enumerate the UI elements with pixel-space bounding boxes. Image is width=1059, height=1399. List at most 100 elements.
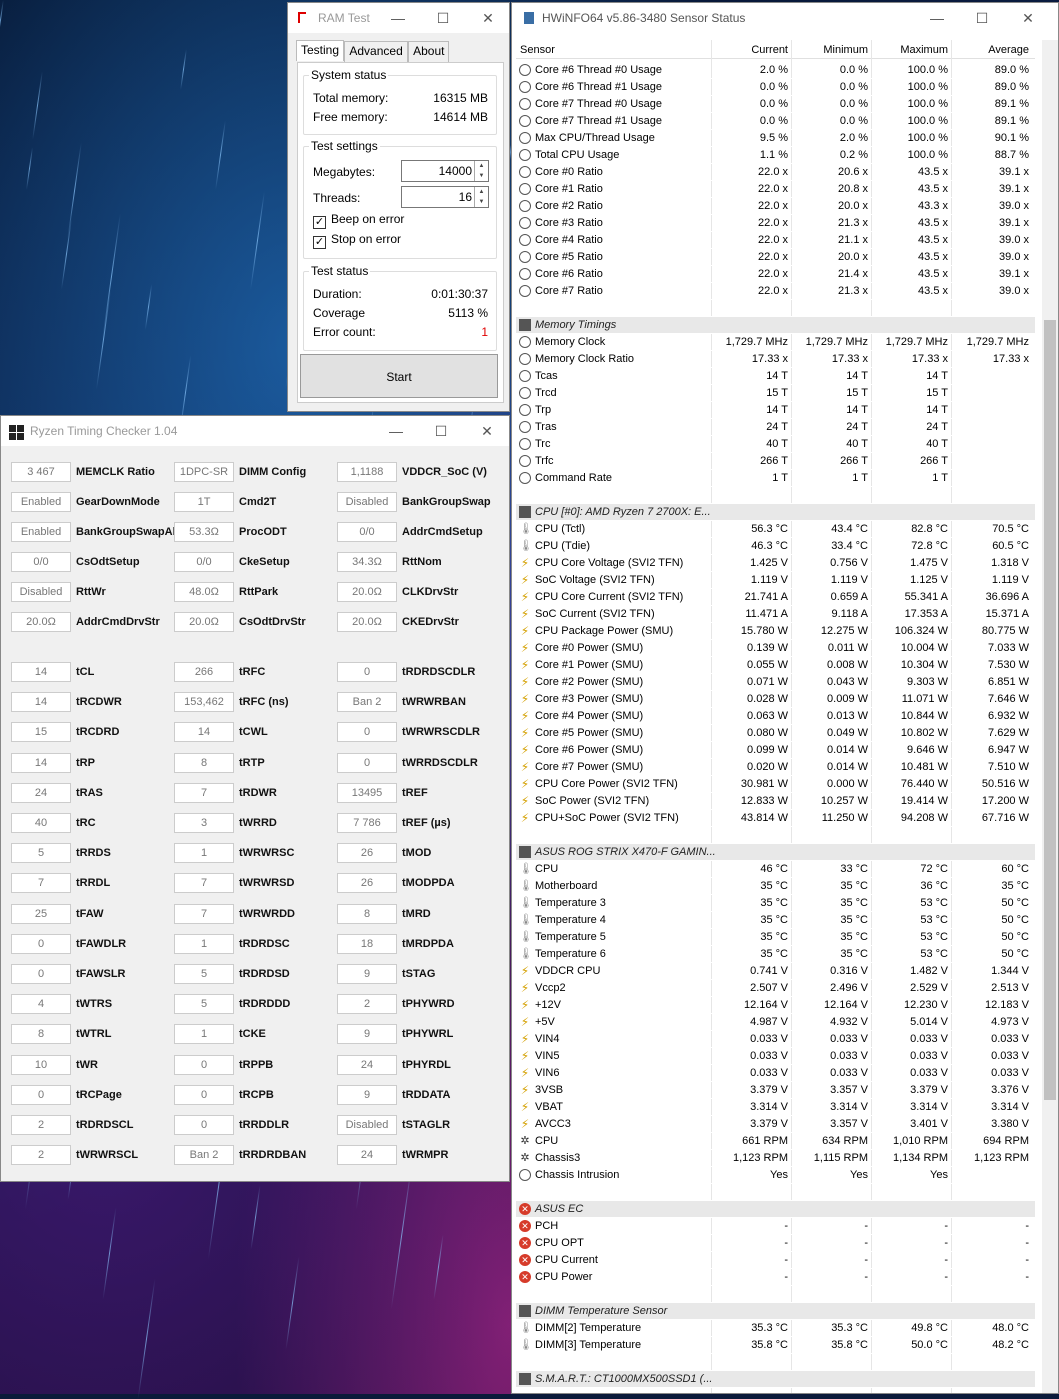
sensor-row[interactable]: ⚡ AVCC3 3.379 V 3.357 V 3.401 V 3.380 V xyxy=(516,1116,1035,1133)
sensor-row[interactable]: ⚡ Core #6 Power (SMU) 0.099 W 0.014 W 9.646 … xyxy=(516,742,1035,759)
sensor-row[interactable]: Memory Clock Ratio 17.33 x 17.33 x 17.33 x 1… xyxy=(516,351,1035,368)
sensor-row[interactable]: ⚡ VIN6 0.033 V 0.033 V 0.033 V 0.033 V xyxy=(516,1065,1035,1082)
sensor-row[interactable]: ⚡ Core #1 Power (SMU) 0.055 W 0.008 W 10.304… xyxy=(516,657,1035,674)
sensor-row[interactable]: ⚡ 3VSB 3.379 V 3.357 V 3.379 V 3.376 V xyxy=(516,1082,1035,1099)
close-button[interactable]: ✕ xyxy=(1018,8,1038,28)
sensor-row[interactable]: ✕ CPU OPT - - - - xyxy=(516,1235,1035,1252)
sensor-row[interactable]: ⚡ +12V 12.164 V 12.164 V 12.230 V 12.183 V xyxy=(516,997,1035,1014)
sensor-row[interactable]: ⚡ SoC Current (SVI2 TFN) 11.471 A 9.118 A 17… xyxy=(516,606,1035,623)
maximize-button[interactable]: ☐ xyxy=(433,8,453,28)
col-minimum[interactable]: Minimum xyxy=(823,44,868,56)
sensor-row[interactable]: ⚡ CPU Core Power (SVI2 TFN) 30.981 W 0.000 … xyxy=(516,776,1035,793)
maximize-button[interactable]: ☐ xyxy=(972,8,992,28)
sensor-group-header[interactable]: ✕ ASUS EC xyxy=(516,1201,1035,1218)
timing-value-box: 5 xyxy=(11,843,71,864)
start-button[interactable]: Start xyxy=(300,354,498,398)
sensor-row[interactable]: Tras 24 T 24 T 24 T xyxy=(516,419,1035,436)
sensor-row[interactable]: 🌡 CPU (Tctl) 56.3 °C 43.4 °C 82.8 °C 70.5 °C xyxy=(516,521,1035,538)
sensor-row[interactable]: Memory Clock 1,729.7 MHz 1,729.7 MHz 1,729.… xyxy=(516,334,1035,351)
sensor-row[interactable]: Core #7 Ratio 22.0 x 21.3 x 43.5 x 39.0 x xyxy=(516,283,1035,300)
spin-arrows-icon[interactable]: ▲ ▼ xyxy=(474,187,488,207)
sensor-row[interactable]: Max CPU/Thread Usage 9.5 % 2.0 % 100.0 % 90.… xyxy=(516,130,1035,147)
maximize-button[interactable]: ☐ xyxy=(431,421,451,441)
col-maximum[interactable]: Maximum xyxy=(900,44,948,56)
minimize-button[interactable]: — xyxy=(927,8,947,28)
sensor-row[interactable]: Trc 40 T 40 T 40 T xyxy=(516,436,1035,453)
sensor-row[interactable]: ⚡ Core #0 Power (SMU) 0.139 W 0.011 W 10.004… xyxy=(516,640,1035,657)
tab-testing[interactable]: Testing xyxy=(296,40,345,61)
beep-on-error-checkbox[interactable]: ✓ Beep on error xyxy=(313,212,404,229)
sensor-row[interactable]: Chassis Intrusion Yes Yes Yes xyxy=(516,1167,1035,1184)
sensor-row[interactable]: ⚡ CPU+SoC Power (SVI2 TFN) 43.814 W 11.250 … xyxy=(516,810,1035,827)
sensor-row[interactable]: ⚡ SoC Power (SVI2 TFN) 12.833 W 10.257 W 19.… xyxy=(516,793,1035,810)
sensor-group-header[interactable]: S.M.A.R.T.: CT1000MX500SSD1 (... xyxy=(516,1371,1035,1388)
sensor-row[interactable]: Core #2 Ratio 22.0 x 20.0 x 43.3 x 39.0 x xyxy=(516,198,1035,215)
sensor-row[interactable]: ✲ Chassis3 1,123 RPM 1,115 RPM 1,134 RPM 1,12… xyxy=(516,1150,1035,1167)
sensor-row[interactable]: ⚡ +5V 4.987 V 4.932 V 5.014 V 4.973 V xyxy=(516,1014,1035,1031)
sensor-row[interactable]: Core #7 Thread #1 Usage 0.0 % 0.0 % 100.0 %… xyxy=(516,113,1035,130)
threads-spinner[interactable]: 16 ▲ ▼ xyxy=(401,186,489,208)
sensor-row[interactable]: ⚡ CPU Package Power (SMU) 15.780 W 12.275 W… xyxy=(516,623,1035,640)
sensor-row[interactable]: ⚡ VIN4 0.033 V 0.033 V 0.033 V 0.033 V xyxy=(516,1031,1035,1048)
sensor-row[interactable]: Total CPU Usage 1.1 % 0.2 % 100.0 % 88.7 % xyxy=(516,147,1035,164)
sensor-group-header[interactable]: DIMM Temperature Sensor xyxy=(516,1303,1035,1320)
minimize-button[interactable]: — xyxy=(386,421,406,441)
sensor-row[interactable]: ⚡ VIN5 0.033 V 0.033 V 0.033 V 0.033 V xyxy=(516,1048,1035,1065)
sensor-row[interactable]: Command Rate 1 T 1 T 1 T xyxy=(516,470,1035,487)
sensor-row[interactable]: Core #3 Ratio 22.0 x 21.3 x 43.5 x 39.1 x xyxy=(516,215,1035,232)
minimize-button[interactable]: — xyxy=(388,8,408,28)
sensor-row[interactable]: 🌡 DIMM[2] Temperature 35.3 °C 35.3 °C 49.8 °… xyxy=(516,1320,1035,1337)
col-sensor[interactable]: Sensor xyxy=(520,44,555,56)
sensor-row[interactable]: ⚡ VDDCR CPU 0.741 V 0.316 V 1.482 V 1.344 V xyxy=(516,963,1035,980)
sensor-row[interactable]: 🌡 Temperature 4 35 °C 35 °C 53 °C 50 °C xyxy=(516,912,1035,929)
tab-about[interactable]: About xyxy=(408,41,450,62)
sensor-row[interactable]: Core #0 Ratio 22.0 x 20.6 x 43.5 x 39.1 x xyxy=(516,164,1035,181)
megabytes-spinner[interactable]: 14000 ▲ ▼ xyxy=(401,160,489,182)
sensor-row[interactable]: ⚡ Core #3 Power (SMU) 0.028 W 0.009 W 11.071… xyxy=(516,691,1035,708)
sensor-row[interactable]: ⚡ SoC Voltage (SVI2 TFN) 1.119 V 1.119 V 1.1… xyxy=(516,572,1035,589)
sensor-group-header[interactable]: Memory Timings xyxy=(516,317,1035,334)
sensor-row[interactable]: 🌡 DIMM[3] Temperature 35.8 °C 35.8 °C 50.0 °… xyxy=(516,1337,1035,1354)
sensor-row[interactable]: 🌡 CPU 46 °C 33 °C 72 °C 60 °C xyxy=(516,861,1035,878)
sensor-row[interactable]: Core #6 Thread #0 Usage 2.0 % 0.0 % 100.0 %… xyxy=(516,62,1035,79)
sensor-row[interactable]: ✲ CPU 661 RPM 634 RPM 1,010 RPM 694 RPM xyxy=(516,1133,1035,1150)
vertical-scrollbar[interactable] xyxy=(1042,40,1058,1393)
sensor-row[interactable]: ⚡ CPU Core Voltage (SVI2 TFN) 1.425 V 0.756… xyxy=(516,555,1035,572)
sensor-row[interactable]: ⚡ VBAT 3.314 V 3.314 V 3.314 V 3.314 V xyxy=(516,1099,1035,1116)
sensor-row[interactable]: Core #1 Ratio 22.0 x 20.8 x 43.5 x 39.1 x xyxy=(516,181,1035,198)
sensor-row[interactable]: ⚡ Core #5 Power (SMU) 0.080 W 0.049 W 10.802… xyxy=(516,725,1035,742)
sensor-row[interactable]: Core #6 Thread #1 Usage 0.0 % 0.0 % 100.0 %… xyxy=(516,79,1035,96)
sensor-group-header[interactable]: ASUS ROG STRIX X470-F GAMIN... xyxy=(516,844,1035,861)
sensor-row[interactable]: ⚡ CPU Core Current (SVI2 TFN) 21.741 A 0.65… xyxy=(516,589,1035,606)
sensor-row[interactable]: ⚡ Core #4 Power (SMU) 0.063 W 0.013 W 10.844… xyxy=(516,708,1035,725)
sensor-row[interactable]: 🌡 Temperature 5 35 °C 35 °C 53 °C 50 °C xyxy=(516,929,1035,946)
col-average[interactable]: Average xyxy=(988,44,1029,56)
tab-advanced[interactable]: Advanced xyxy=(344,41,408,62)
sensor-row[interactable]: Trfc 266 T 266 T 266 T xyxy=(516,453,1035,470)
sensor-row[interactable]: ✕ CPU Power - - - - xyxy=(516,1269,1035,1286)
sensor-row[interactable]: Trcd 15 T 15 T 15 T xyxy=(516,385,1035,402)
sensor-row[interactable]: ✕ PCH - - - - xyxy=(516,1218,1035,1235)
sensor-group-header[interactable]: CPU [#0]: AMD Ryzen 7 2700X: E... xyxy=(516,504,1035,521)
sensor-row[interactable]: 🌡 CPU (Tdie) 46.3 °C 33.4 °C 72.8 °C 60.5 °C xyxy=(516,538,1035,555)
timing-value-box: 14 xyxy=(11,692,71,713)
sensor-row[interactable]: Core #4 Ratio 22.0 x 21.1 x 43.5 x 39.0 x xyxy=(516,232,1035,249)
sensor-row[interactable]: 🌡 Temperature 6 35 °C 35 °C 53 °C 50 °C xyxy=(516,946,1035,963)
sensor-row[interactable]: ⚡ Vccp2 2.507 V 2.496 V 2.529 V 2.513 V xyxy=(516,980,1035,997)
sensor-row[interactable]: 🌡 Temperature 3 35 °C 35 °C 53 °C 50 °C xyxy=(516,895,1035,912)
sensor-row[interactable]: Tcas 14 T 14 T 14 T xyxy=(516,368,1035,385)
spin-arrows-icon[interactable]: ▲ ▼ xyxy=(474,161,488,181)
sensor-row[interactable]: 🌡 Motherboard 35 °C 35 °C 36 °C 35 °C xyxy=(516,878,1035,895)
sensor-row[interactable]: ⚡ Core #7 Power (SMU) 0.020 W 0.014 W 10.481… xyxy=(516,759,1035,776)
sensor-row[interactable]: ✕ CPU Current - - - - xyxy=(516,1252,1035,1269)
scrollbar-thumb[interactable] xyxy=(1044,320,1056,1100)
close-button[interactable]: ✕ xyxy=(477,421,497,441)
stop-on-error-checkbox[interactable]: ✓ Stop on error xyxy=(313,232,401,249)
sensor-row[interactable]: ⚡ Core #2 Power (SMU) 0.071 W 0.043 W 9.303 … xyxy=(516,674,1035,691)
sensor-row[interactable]: Trp 14 T 14 T 14 T xyxy=(516,402,1035,419)
sensor-row[interactable]: Core #6 Ratio 22.0 x 21.4 x 43.5 x 39.1 x xyxy=(516,266,1035,283)
sensor-row[interactable]: Core #7 Thread #0 Usage 0.0 % 0.0 % 100.0 %… xyxy=(516,96,1035,113)
close-button[interactable]: ✕ xyxy=(478,8,498,28)
col-current[interactable]: Current xyxy=(751,44,788,56)
sensor-row[interactable]: Core #5 Ratio 22.0 x 20.0 x 43.5 x 39.0 x xyxy=(516,249,1035,266)
